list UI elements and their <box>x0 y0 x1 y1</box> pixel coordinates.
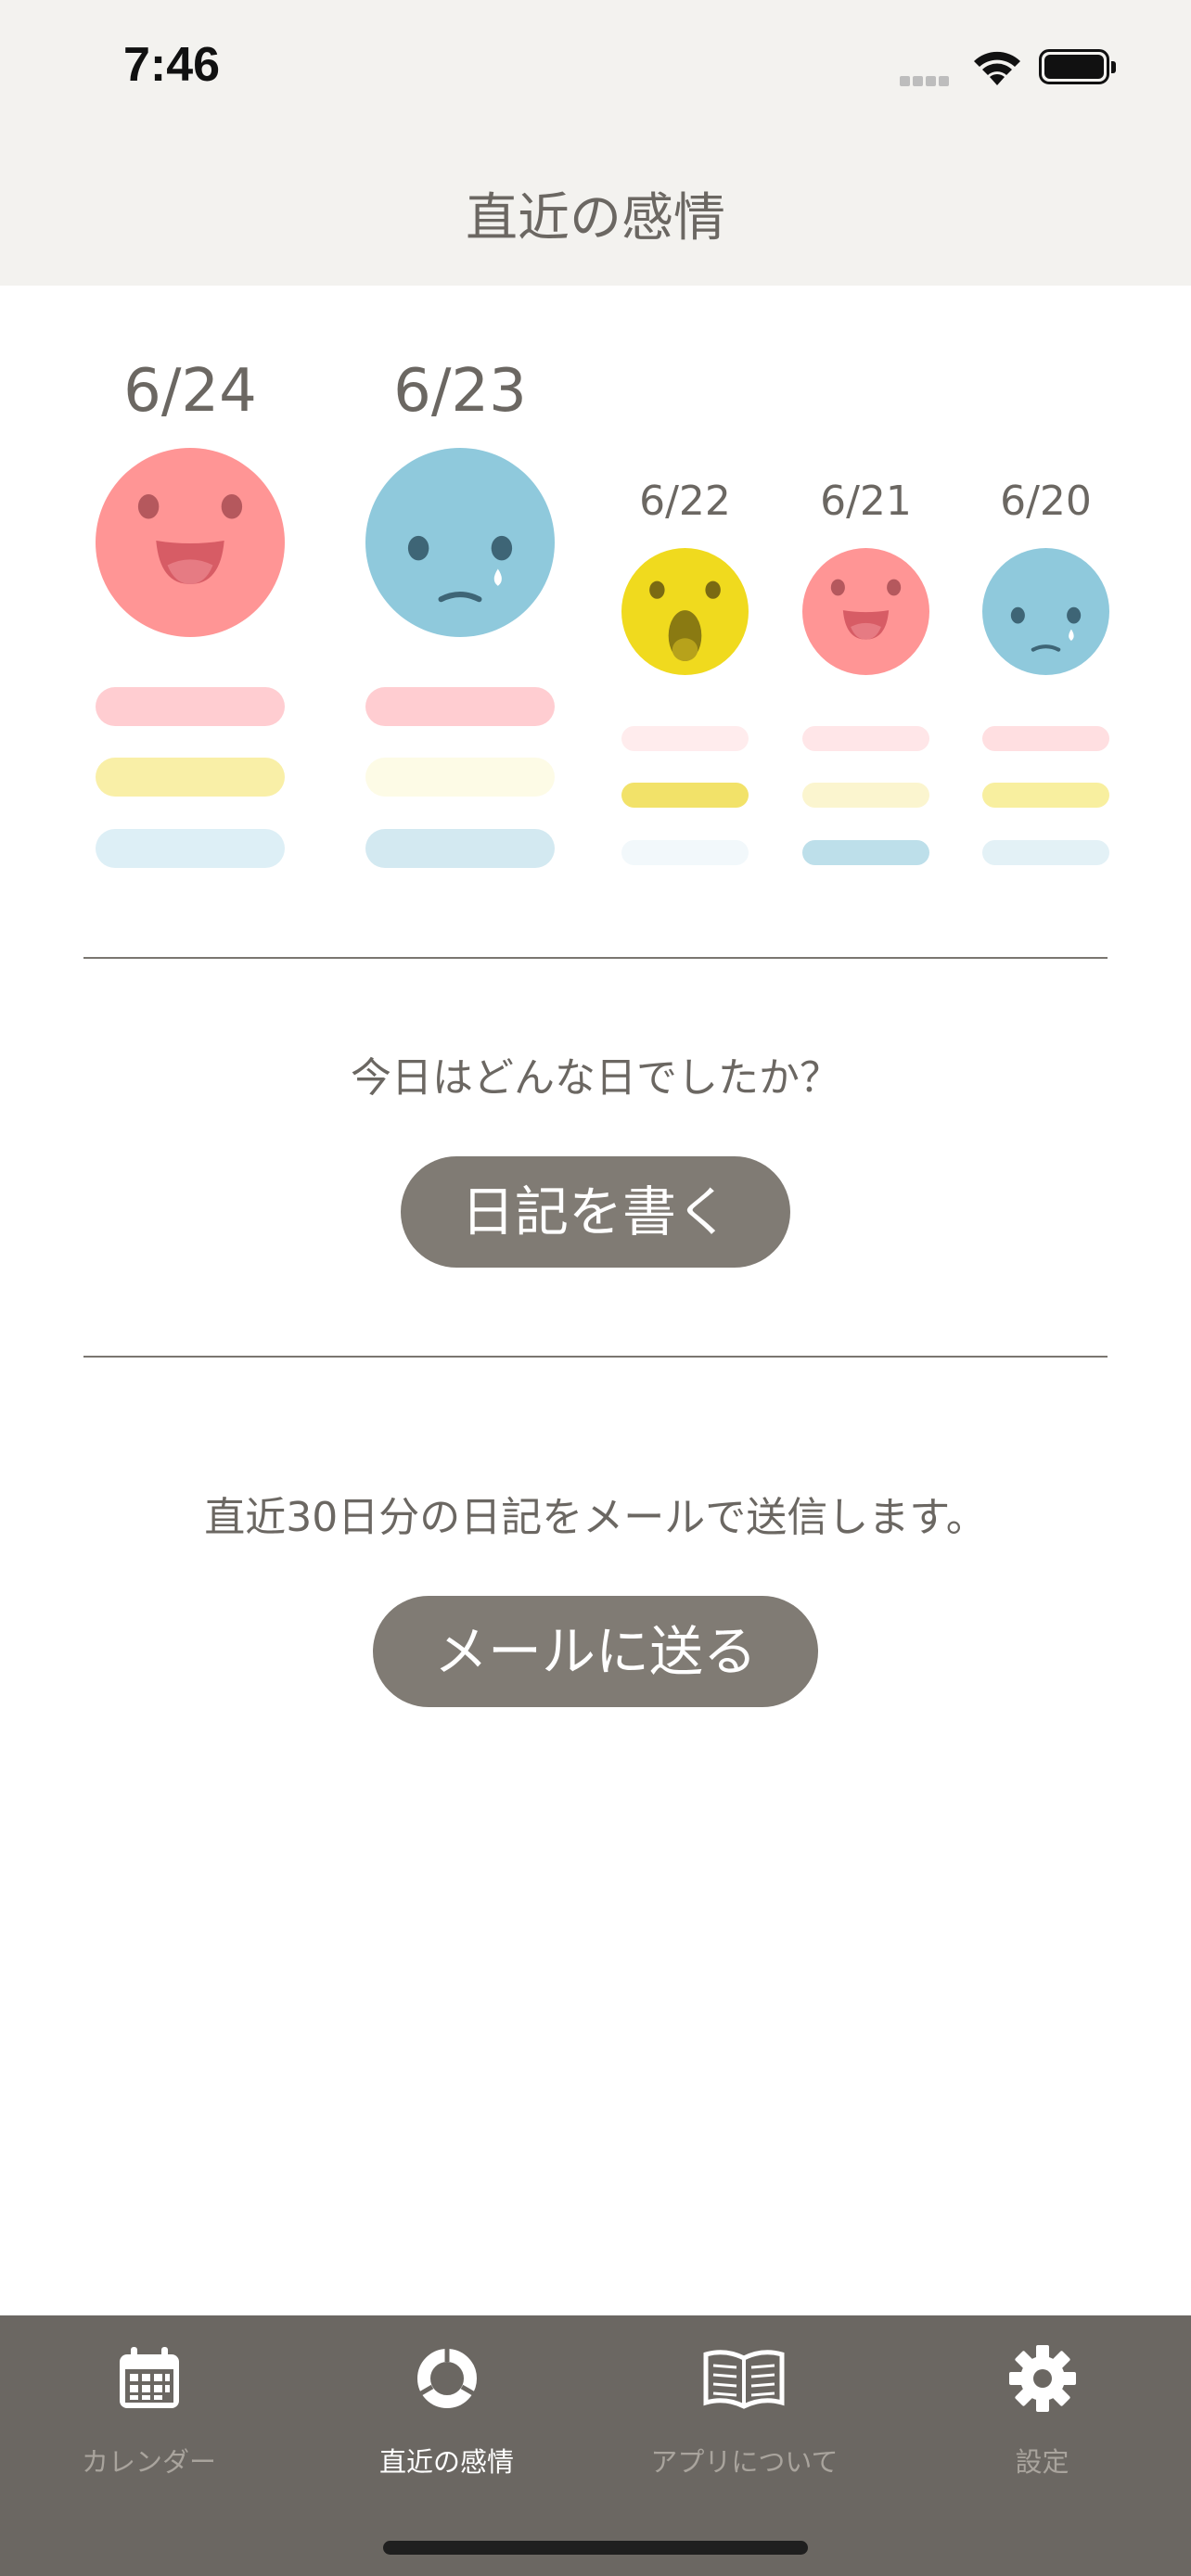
mail-prompt: 直近30日分の日記をメールで送信します。 <box>204 1494 987 1541</box>
diary-prompt: 今日はどんな日でしたか？ <box>351 1054 840 1102</box>
emotion-bar-pink <box>802 726 929 751</box>
emotion-bar-pink <box>365 687 555 726</box>
day-column-0624[interactable]: 6/24 <box>96 357 285 876</box>
day-column-0620[interactable]: 6/20 <box>982 478 1109 867</box>
day-date: 6/20 <box>1000 478 1092 525</box>
tab-label: カレンダー <box>81 2446 216 2478</box>
navigation-bar: 直近の感情 <box>0 139 1191 286</box>
day-date: 6/24 <box>123 357 257 426</box>
emotion-bar-blue <box>982 840 1109 865</box>
tab-calendar[interactable]: カレンダー <box>0 2315 298 2501</box>
emotion-bar-yellow <box>96 758 285 797</box>
surprised-face-icon <box>621 548 749 675</box>
status-time: 7:46 <box>123 38 221 92</box>
emotion-bar-blue <box>621 840 749 865</box>
happy-face-icon <box>802 548 929 675</box>
gear-icon <box>1009 2345 1076 2412</box>
emotion-bar-blue <box>802 840 929 865</box>
day-date: 6/21 <box>820 478 912 525</box>
tab-bar: カレンダー 直近の感情 アプリについて 設定 <box>0 2315 1191 2576</box>
tab-label: 直近の感情 <box>378 2446 514 2478</box>
calendar-icon <box>120 2347 179 2408</box>
emotion-bar-yellow <box>982 783 1109 808</box>
emotion-bar-pink <box>96 687 285 726</box>
ring-chart-icon <box>417 2349 477 2408</box>
emotion-bar-blue <box>96 829 285 868</box>
emotion-bar-pink <box>982 726 1109 751</box>
tab-recent-emotions[interactable]: 直近の感情 <box>298 2315 596 2501</box>
home-indicator <box>383 2541 808 2555</box>
page-title: 直近の感情 <box>466 188 725 249</box>
divider <box>83 1356 1108 1358</box>
tab-settings[interactable]: 設定 <box>893 2315 1191 2501</box>
day-column-0621[interactable]: 6/21 <box>802 478 929 867</box>
day-column-0622[interactable]: 6/22 <box>621 478 749 867</box>
send-mail-button[interactable]: メールに送る <box>373 1596 818 1707</box>
emotion-bar-yellow <box>365 758 555 797</box>
book-icon <box>703 2350 785 2409</box>
divider <box>83 957 1108 959</box>
sad-face-icon <box>982 548 1109 675</box>
battery-icon <box>1039 49 1116 84</box>
wifi-icon <box>974 51 1020 85</box>
emotion-bar-yellow <box>802 783 929 808</box>
emotion-bar-pink <box>621 726 749 751</box>
day-date: 6/23 <box>393 357 527 426</box>
emotion-bar-blue <box>365 829 555 868</box>
status-bar: 7:46 <box>0 0 1191 139</box>
day-column-0623[interactable]: 6/23 <box>365 357 555 876</box>
tab-label: 設定 <box>1015 2446 1069 2478</box>
day-date: 6/22 <box>639 478 731 525</box>
write-diary-button[interactable]: 日記を書く <box>401 1156 790 1268</box>
tab-about-app[interactable]: アプリについて <box>596 2315 893 2501</box>
happy-face-icon <box>96 448 285 637</box>
emotion-bar-yellow <box>621 783 749 808</box>
sad-face-icon <box>365 448 555 637</box>
tab-label: アプリについて <box>650 2446 839 2478</box>
cellular-signal-icon <box>900 72 952 90</box>
